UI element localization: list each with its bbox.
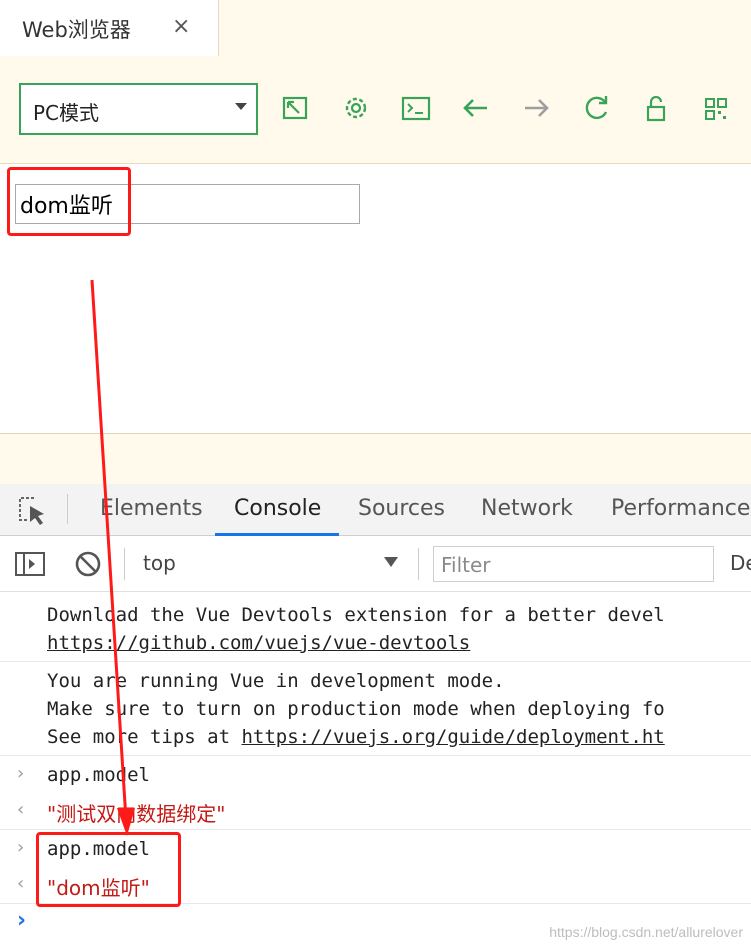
tab-close-button[interactable]: × [172,14,190,39]
mode-select[interactable]: PC模式 [19,83,258,135]
toolbar-divider [67,494,68,524]
output-chevron-icon: ‹ [17,873,25,894]
settings-icon[interactable] [339,90,373,128]
screenshot-icon[interactable] [279,90,313,128]
tab-title[interactable]: Web浏览器 [22,14,131,44]
inspect-element-icon[interactable] [16,494,50,528]
watermark: https://blog.csdn.net/allurelover [549,924,743,940]
console-prompt-icon: › [17,908,27,933]
chevron-down-icon [235,103,247,110]
message-divider [0,755,751,756]
mode-select-value: PC模式 [33,101,100,125]
log-levels-select[interactable]: De [730,551,751,575]
console-message-text: Download the Vue Devtools extension for … [47,604,665,626]
clear-console-icon[interactable] [73,549,103,579]
output-chevron-icon: ‹ [17,799,25,820]
tab-performance[interactable]: Performance [611,496,750,521]
refresh-icon[interactable] [579,90,613,128]
console-link[interactable]: https://github.com/vuejs/vue-devtools [47,632,470,654]
sidebar-toggle-icon[interactable] [14,550,46,578]
qr-code-icon[interactable] [699,90,733,128]
toolbar-divider [418,548,419,580]
tab-sources[interactable]: Sources [358,496,445,521]
viewport-gap [0,434,751,484]
annotation-box-input [7,167,131,236]
console-message-text: See more tips at https://vuejs.org/guide… [47,726,665,748]
input-chevron-icon: › [17,763,25,784]
annotation-box-console [36,832,181,907]
forward-arrow-icon[interactable] [519,90,553,128]
console-message-text: Make sure to turn on production mode whe… [47,698,665,720]
active-tab-indicator [215,533,339,536]
tab-console[interactable]: Console [234,496,321,521]
chevron-down-icon[interactable] [384,557,398,567]
console-command: app.model [47,764,150,786]
back-arrow-icon[interactable] [459,90,493,128]
input-chevron-icon: › [17,837,25,858]
context-select-value[interactable]: top [143,551,176,575]
console-message-prefix: See more tips at [47,726,242,748]
message-divider [0,829,751,830]
console-message-text: You are running Vue in development mode. [47,670,505,692]
terminal-icon[interactable] [399,90,433,128]
toolbar-divider [124,548,125,580]
console-result: "测试双向数据绑定" [47,802,226,826]
filter-placeholder: Filter [441,553,491,577]
console-input[interactable] [40,908,500,938]
message-divider [0,661,751,662]
tab-network[interactable]: Network [481,496,573,521]
tab-elements[interactable]: Elements [100,496,203,521]
console-link[interactable]: https://vuejs.org/guide/deployment.ht [241,726,664,748]
lock-icon[interactable] [639,90,673,128]
